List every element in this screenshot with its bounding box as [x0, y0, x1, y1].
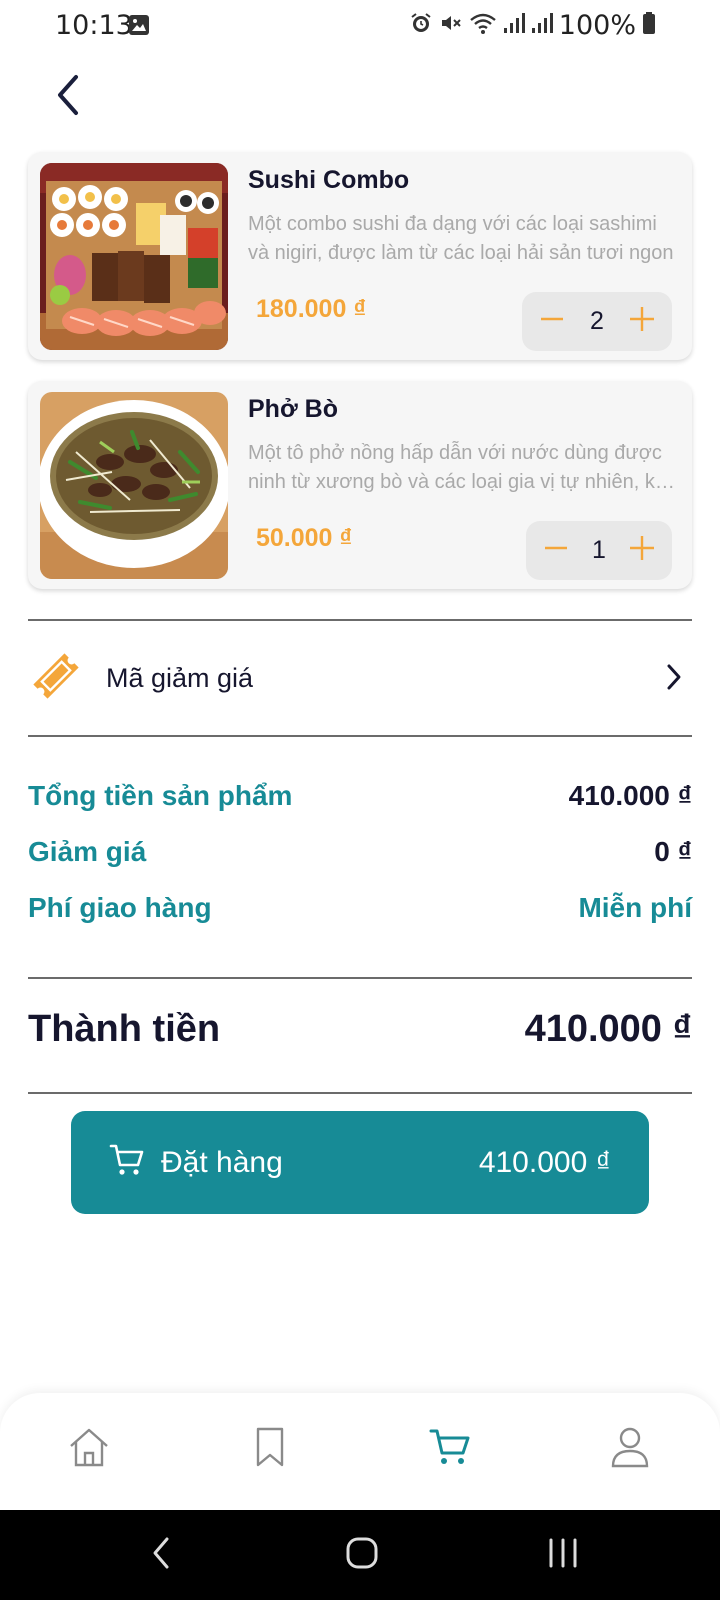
plus-icon — [629, 535, 655, 566]
shipping-row: Phí giao hàng Miễn phí — [28, 892, 692, 924]
nav-profile[interactable] — [600, 1419, 660, 1479]
bottom-nav — [0, 1393, 720, 1510]
cart-item-card[interactable]: Phở Bò Một tô phở nồng hấp dẫn với nước … — [28, 381, 692, 589]
place-order-label: Đặt hàng — [161, 1145, 283, 1179]
chevron-right-icon — [664, 662, 684, 697]
coupon-row[interactable]: Mã giảm giá — [28, 636, 692, 720]
item-price: 180.000 ₫ — [256, 295, 367, 323]
divider — [28, 735, 692, 737]
chevron-left-icon — [151, 1536, 171, 1575]
mute-icon — [439, 11, 463, 40]
item-name: Phở Bò — [248, 395, 338, 423]
cart-item-card[interactable]: Sushi Combo Một combo sushi đa dạng với … — [28, 152, 692, 360]
system-navigation-bar — [0, 1510, 720, 1600]
back-button[interactable] — [44, 70, 92, 124]
total-row: Thành tiền 410.000 ₫ — [28, 1008, 692, 1051]
increase-quantity-button[interactable] — [624, 304, 660, 340]
item-name: Sushi Combo — [248, 166, 410, 194]
divider — [28, 977, 692, 979]
item-description: Một combo sushi đa dạng với các loại sas… — [248, 213, 674, 264]
nav-home[interactable] — [59, 1419, 119, 1479]
quantity-stepper: 2 — [522, 292, 672, 351]
subtotal-value: 410.000 ₫ — [568, 780, 692, 811]
discount-row: Giảm giá 0 ₫ — [28, 836, 692, 868]
place-order-total: 410.000 ₫ — [478, 1145, 611, 1179]
discount-value: 0 ₫ — [654, 836, 692, 867]
divider — [28, 1092, 692, 1094]
item-price: 50.000 ₫ — [256, 524, 353, 552]
quantity-value: 1 — [592, 536, 606, 564]
wifi-icon — [469, 11, 497, 40]
coupon-label: Mã giảm giá — [106, 662, 254, 693]
system-home-button[interactable] — [337, 1532, 387, 1578]
chevron-left-icon — [54, 74, 82, 121]
alarm-icon — [409, 11, 433, 40]
battery-icon — [642, 11, 656, 40]
item-description: Một tô phở nồng hấp dẫn với nước dùng đư… — [248, 442, 672, 493]
increase-quantity-button[interactable] — [624, 533, 660, 569]
total-value: 410.000 ₫ — [524, 1008, 692, 1050]
decrease-quantity-button[interactable] — [538, 533, 574, 569]
bookmark-icon — [254, 1426, 286, 1473]
total-label: Thành tiền — [28, 1008, 221, 1050]
place-order-button[interactable]: Đặt hàng 410.000 ₫ — [71, 1111, 649, 1214]
status-bar: 10:13 100% — [0, 0, 720, 52]
subtotal-row: Tổng tiền sản phẩm 410.000 ₫ — [28, 780, 692, 812]
shipping-label: Phí giao hàng — [28, 892, 212, 923]
battery-percent: 100% — [558, 10, 636, 41]
cart-icon — [109, 1143, 145, 1182]
quantity-stepper: 1 — [526, 521, 672, 580]
status-time: 10:13 — [55, 10, 133, 41]
decrease-quantity-button[interactable] — [534, 304, 570, 340]
pho-bo-image — [40, 392, 228, 579]
status-icons: 100% — [409, 10, 656, 41]
nav-saved[interactable] — [240, 1419, 300, 1479]
sushi-combo-image — [40, 163, 228, 350]
signal-icon-2 — [531, 11, 553, 40]
shipping-value: Miễn phí — [578, 892, 692, 923]
home-circle-icon — [345, 1536, 379, 1575]
nav-cart[interactable] — [420, 1419, 480, 1479]
gallery-notification-icon — [128, 14, 150, 41]
divider — [28, 619, 692, 621]
cart-icon — [429, 1427, 471, 1472]
signal-icon — [503, 11, 525, 40]
subtotal-label: Tổng tiền sản phẩm — [28, 780, 293, 811]
quantity-value: 2 — [590, 307, 604, 335]
minus-icon — [544, 536, 568, 565]
home-icon — [67, 1426, 111, 1473]
discount-label: Giảm giá — [28, 836, 147, 867]
recents-icon — [546, 1537, 580, 1574]
minus-icon — [540, 307, 564, 336]
system-recents-button[interactable] — [538, 1532, 588, 1578]
plus-icon — [629, 306, 655, 337]
system-back-button[interactable] — [136, 1532, 186, 1578]
ticket-icon — [28, 648, 84, 709]
profile-icon — [609, 1426, 651, 1473]
